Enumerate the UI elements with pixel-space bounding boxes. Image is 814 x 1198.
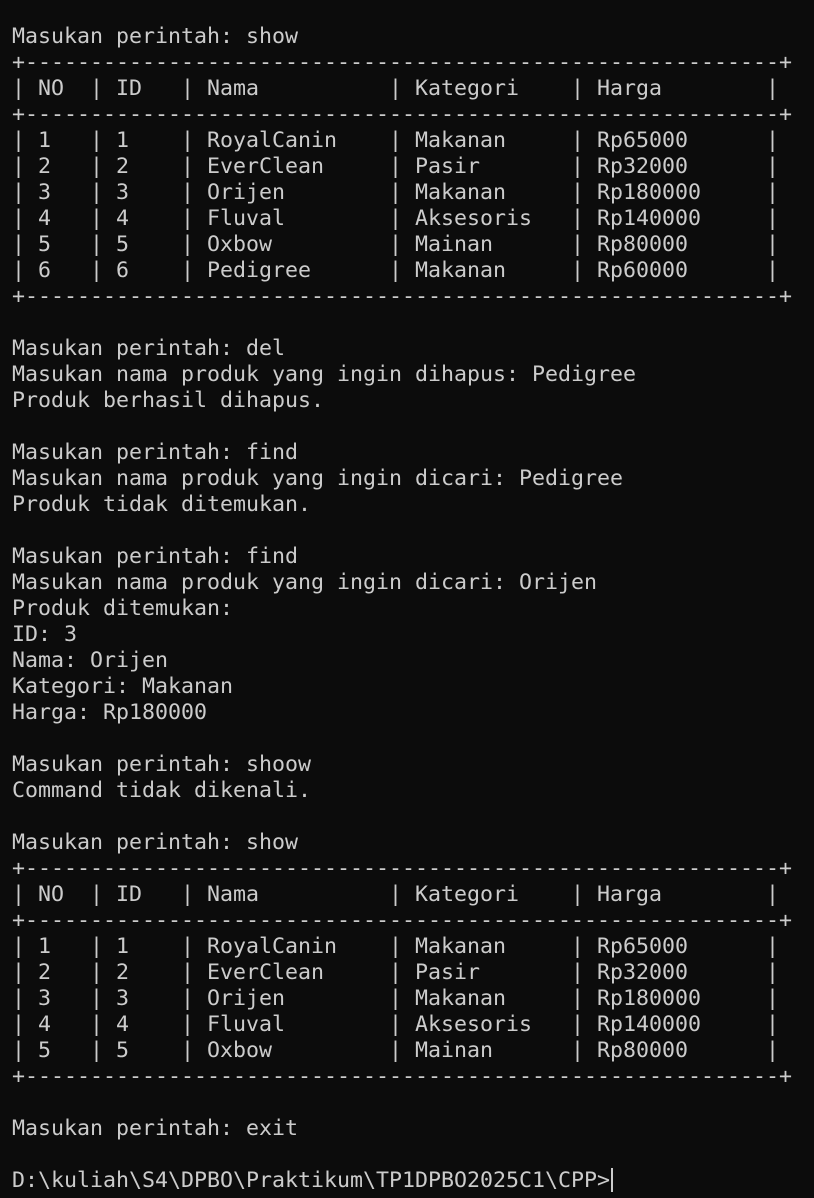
text-cursor [611, 1168, 614, 1192]
command-prompt: D:\kuliah\S4\DPBO\Praktikum\TP1DPBO2025C… [12, 1168, 611, 1193]
terminal-line: Produk berhasil dihapus. [12, 388, 325, 413]
terminal-line: | 4 | 4 | Fluval | Aksesoris | Rp140000 … [12, 1012, 780, 1037]
terminal-line: Masukan perintah: del [12, 336, 286, 361]
terminal-line: Masukan nama produk yang ingin dihapus: … [12, 362, 637, 387]
terminal-line: +---------------------------------------… [12, 284, 793, 309]
terminal-line: Masukan nama produk yang ingin dicari: O… [12, 570, 598, 595]
terminal-line: Masukan perintah: exit [12, 1116, 299, 1141]
terminal-line: Harga: Rp180000 [12, 700, 208, 725]
terminal-line: +---------------------------------------… [12, 908, 793, 933]
terminal-line: | NO | ID | Nama | Kategori | Harga | [12, 76, 780, 101]
terminal-line: Produk ditemukan: [12, 596, 234, 621]
terminal-line: | 3 | 3 | Orijen | Makanan | Rp180000 | [12, 986, 780, 1011]
terminal-line: Masukan nama produk yang ingin dicari: P… [12, 466, 624, 491]
terminal-line: | 4 | 4 | Fluval | Aksesoris | Rp140000 … [12, 206, 780, 231]
terminal-line: Command tidak dikenali. [12, 778, 312, 803]
terminal-output[interactable]: Masukan perintah: show +-----------------… [12, 24, 812, 1194]
terminal-line: Masukan perintah: show [12, 24, 299, 49]
terminal-line: Masukan perintah: find [12, 544, 299, 569]
terminal-line: | NO | ID | Nama | Kategori | Harga | [12, 882, 780, 907]
terminal-line: Kategori: Makanan [12, 674, 234, 699]
terminal-line: | 1 | 1 | RoyalCanin | Makanan | Rp65000… [12, 934, 780, 959]
command-prompt-line[interactable]: D:\kuliah\S4\DPBO\Praktikum\TP1DPBO2025C… [12, 1168, 812, 1194]
terminal-lines: Masukan perintah: show +-----------------… [12, 24, 812, 1168]
terminal-line: Produk tidak ditemukan. [12, 492, 312, 517]
terminal-line: ID: 3 [12, 622, 78, 647]
terminal-line: Masukan perintah: find [12, 440, 299, 465]
terminal-line: Masukan perintah: shoow [12, 752, 312, 777]
terminal-line: Nama: Orijen [12, 648, 169, 673]
terminal-line: | 5 | 5 | Oxbow | Mainan | Rp80000 | [12, 232, 780, 257]
terminal-line: +---------------------------------------… [12, 856, 793, 881]
terminal-line: | 2 | 2 | EverClean | Pasir | Rp32000 | [12, 960, 780, 985]
terminal-line: | 2 | 2 | EverClean | Pasir | Rp32000 | [12, 154, 780, 179]
terminal-line: +---------------------------------------… [12, 1064, 793, 1089]
terminal-line: | 3 | 3 | Orijen | Makanan | Rp180000 | [12, 180, 780, 205]
terminal-line: +---------------------------------------… [12, 102, 793, 127]
terminal-line: | 5 | 5 | Oxbow | Mainan | Rp80000 | [12, 1038, 780, 1063]
terminal-line: | 1 | 1 | RoyalCanin | Makanan | Rp65000… [12, 128, 780, 153]
terminal-line: | 6 | 6 | Pedigree | Makanan | Rp60000 | [12, 258, 780, 283]
terminal-line: Masukan perintah: show [12, 830, 299, 855]
terminal-line: +---------------------------------------… [12, 50, 793, 75]
